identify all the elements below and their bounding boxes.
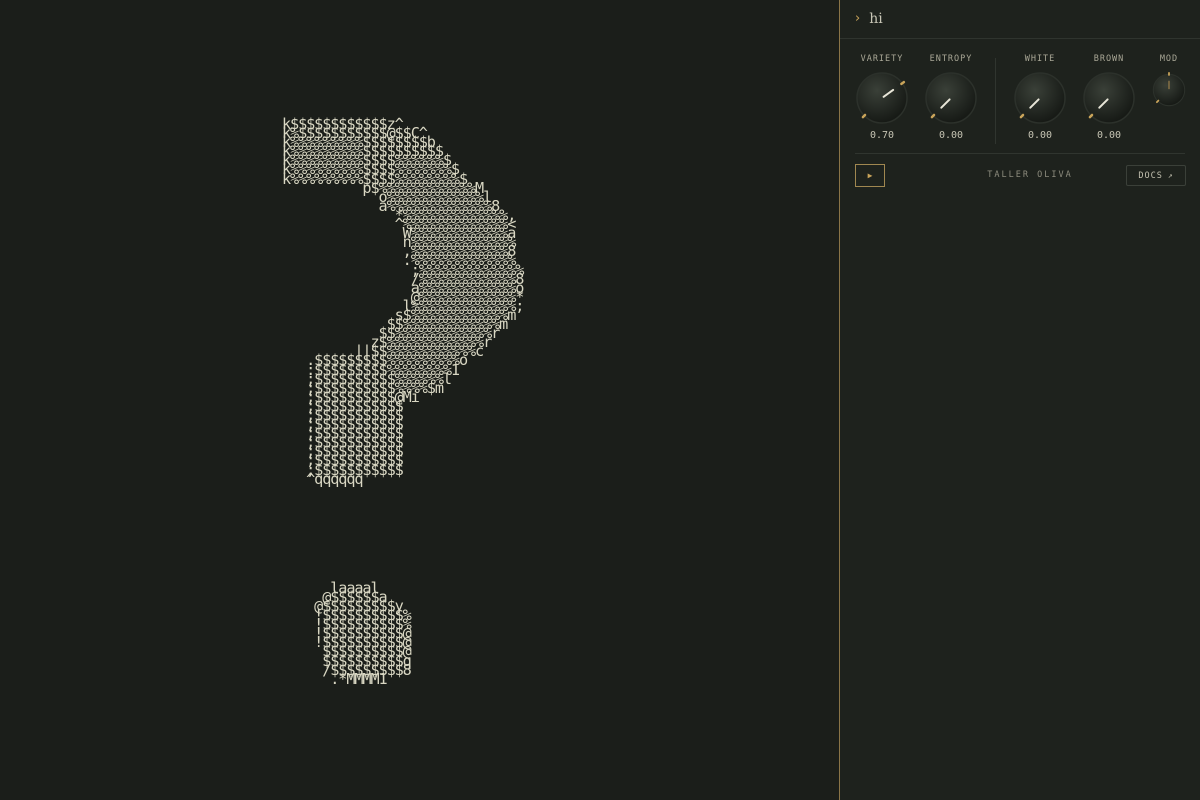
knob-row: VARIETY 0.70 ENTROPY 0.00 WHITE 0.00 BRO…	[840, 40, 1200, 153]
brand-label: TALLER OLIVA	[987, 170, 1073, 180]
play-button[interactable]: ▶	[855, 164, 885, 187]
knob-label: MOD	[1159, 54, 1179, 64]
ascii-question-mark-art: k$$$$$$$$$$$$z^ k%$$$$$$$$$$$@$$C^ k%%%%…	[282, 115, 524, 688]
knob-start-tick	[1019, 113, 1025, 119]
section-divider	[855, 153, 1185, 154]
entropy-knob[interactable]	[923, 70, 979, 126]
chevron-right-icon: ›	[855, 11, 861, 26]
white-noise-knob[interactable]	[1012, 70, 1068, 126]
external-link-icon: ↗	[1167, 171, 1174, 180]
docs-button[interactable]: DOCS ↗	[1126, 165, 1186, 186]
prompt-header[interactable]: › hi	[840, 0, 1200, 39]
knob-value: 0.70	[869, 130, 895, 141]
knob-start-tick	[861, 113, 867, 119]
prompt-text[interactable]: hi	[869, 11, 883, 27]
knob-value: 0.00	[938, 130, 964, 141]
knob-value: 0.00	[1096, 130, 1122, 141]
knob-label: WHITE	[1024, 54, 1056, 64]
knob-label: VARIETY	[860, 54, 904, 64]
knob-start-tick	[930, 113, 936, 119]
knob-value: 0.00	[1027, 130, 1053, 141]
mod-knob[interactable]	[1149, 70, 1189, 110]
knob-label: ENTROPY	[929, 54, 973, 64]
variety-knob[interactable]	[854, 70, 910, 126]
control-panel: › hi VARIETY 0.70 ENTROPY 0.00 WHITE 0.0…	[839, 0, 1200, 800]
knob-start-tick	[1155, 99, 1160, 104]
knob-level-tick	[900, 80, 906, 86]
knob-group-divider	[995, 58, 996, 144]
canvas-stage: k$$$$$$$$$$$$z^ k%$$$$$$$$$$$@$$C^ k%%%%…	[0, 0, 840, 800]
brown-noise-knob[interactable]	[1081, 70, 1137, 126]
knob-start-tick	[1088, 113, 1094, 119]
docs-button-label: DOCS	[1138, 170, 1163, 181]
